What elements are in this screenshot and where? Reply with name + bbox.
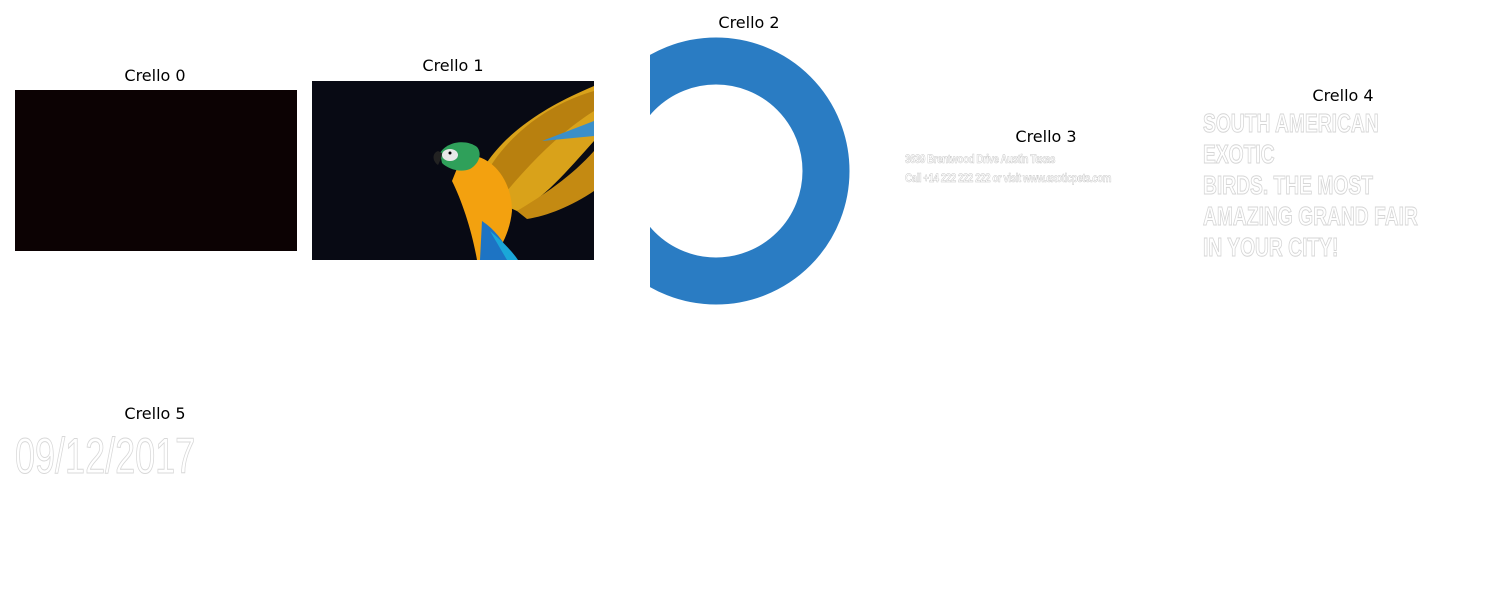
parrot-photo	[312, 81, 594, 260]
headline-text: SOUTH AMERICAN EXOTIC BIRDS. THE MOST AM…	[1203, 108, 1419, 263]
date-text: 09/12/2017	[15, 428, 196, 485]
panel-title-crello-1: Crello 1	[422, 56, 484, 75]
panel-title-crello-3: Crello 3	[1015, 127, 1077, 146]
panel-title-crello-0: Crello 0	[124, 66, 186, 85]
address-text-block: 3639 Brentwood Drive Austin Texas Call +…	[905, 150, 1126, 188]
contact-line: Call +14 222 222 222 or visit www.exotic…	[905, 171, 1112, 186]
panel-title-crello-4: Crello 4	[1312, 86, 1374, 105]
dark-rectangle-image	[15, 90, 297, 251]
macaw-illustration	[433, 86, 594, 260]
blue-ring-shape	[650, 20, 860, 310]
panel-title-crello-5: Crello 5	[124, 404, 186, 423]
address-line: 3639 Brentwood Drive Austin Texas	[905, 152, 1056, 167]
ring-circle	[650, 37, 850, 305]
